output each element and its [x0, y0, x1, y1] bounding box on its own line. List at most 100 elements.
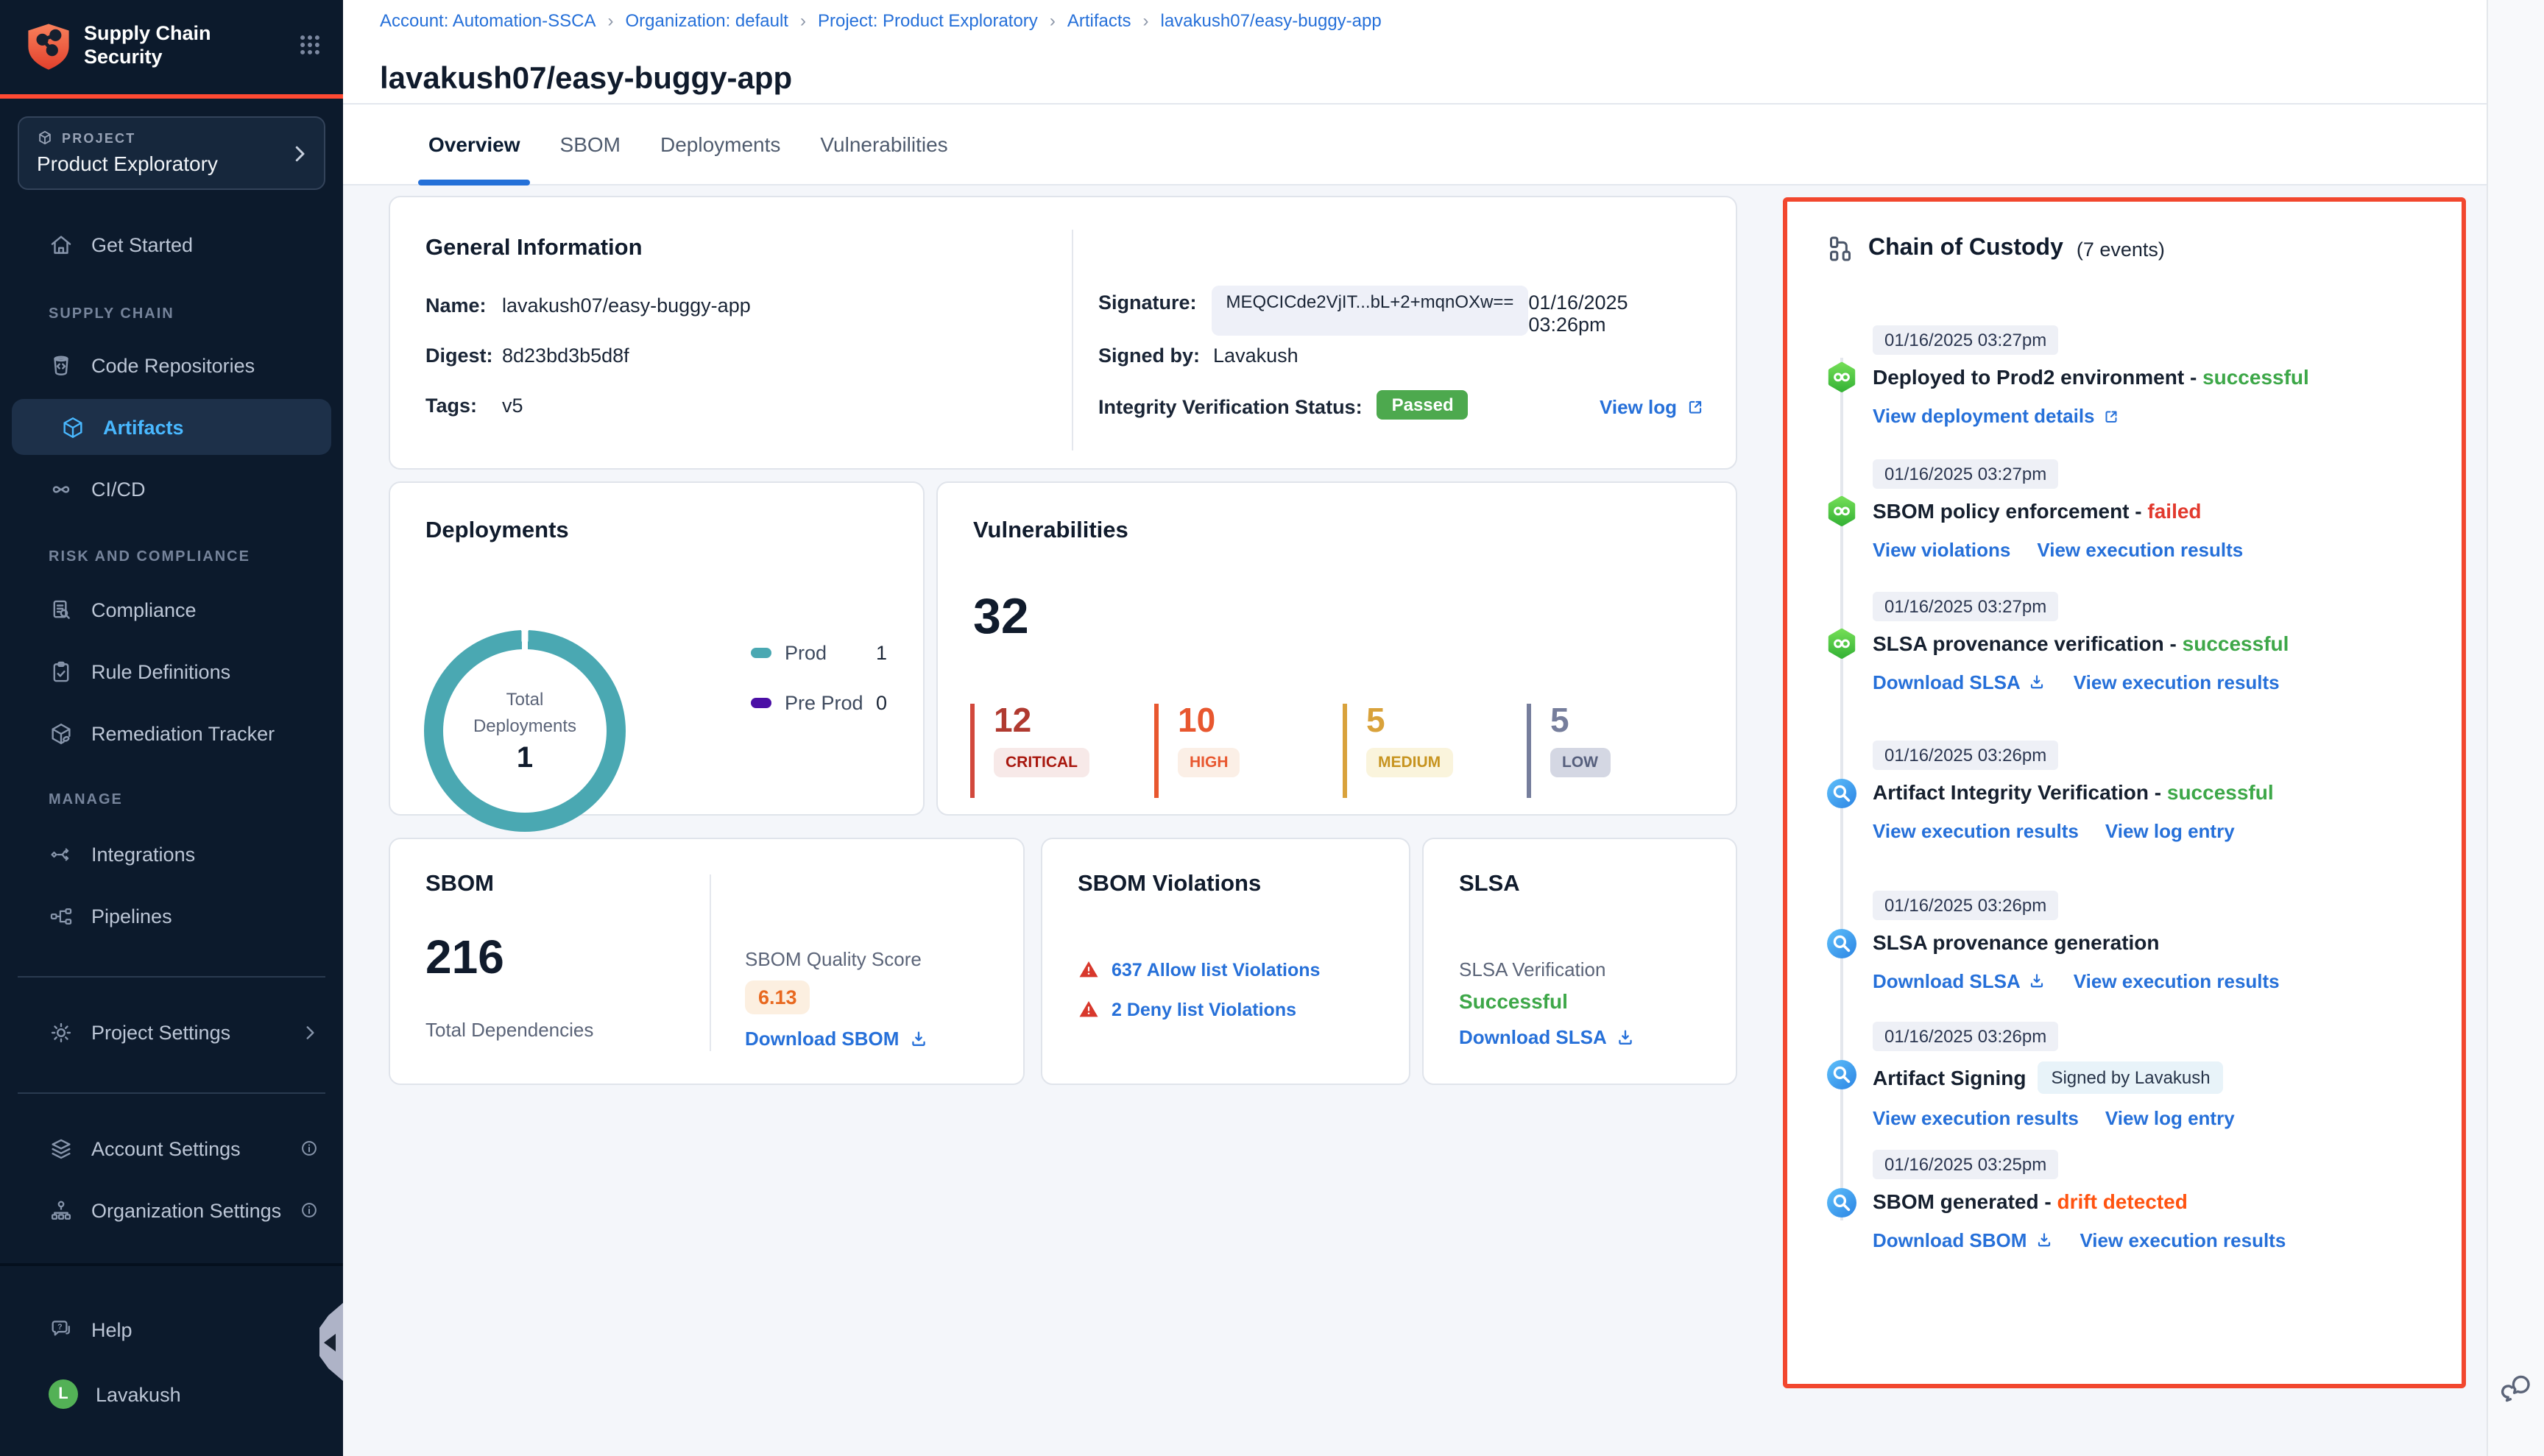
card-title: General Information	[425, 236, 643, 262]
view-deployment-details-link[interactable]: View deployment details	[1873, 405, 2120, 427]
breadcrumb-artifact-name-link[interactable]: lavakush07/easy-buggy-app	[1161, 10, 1382, 31]
sidebar-item-user[interactable]: L Lavakush	[0, 1366, 343, 1422]
view-execution-results-link[interactable]: View execution results	[2074, 671, 2280, 693]
download-icon	[908, 1028, 928, 1049]
section-risk-and-compliance: RISK AND COMPLIANCE	[49, 549, 250, 565]
pipelines-flow-icon	[49, 903, 74, 928]
scan-icon	[1824, 1057, 1859, 1092]
artifact-name-value: lavakush07/easy-buggy-app	[502, 294, 751, 317]
tab-deployments[interactable]: Deployments	[660, 132, 780, 156]
view-execution-results-link[interactable]: View execution results	[1873, 820, 2079, 842]
deny-list-violations-link[interactable]: 2 Deny list Violations	[1112, 999, 1296, 1019]
view-execution-results-link[interactable]: View execution results	[1873, 1107, 2079, 1129]
event-title: SLSA provenance verification - successfu…	[1873, 632, 2289, 655]
prod-swatch	[751, 648, 771, 658]
download-slsa-link[interactable]: Download SLSA	[1873, 671, 2047, 693]
view-execution-results-link[interactable]: View execution results	[2074, 970, 2280, 992]
signature-label: Signature:	[1098, 291, 1197, 336]
severity-badge: HIGH	[1178, 748, 1240, 777]
card-title: SBOM	[425, 872, 494, 898]
help-chat-icon: ?	[49, 1317, 74, 1342]
tab-vulnerabilities[interactable]: Vulnerabilities	[820, 132, 947, 156]
document-search-icon	[49, 597, 74, 622]
event-timestamp: 01/16/2025 03:27pm	[1873, 592, 2058, 621]
signature-value: MEQCICde2VjIT...bL+2+mqnOXw==	[1212, 286, 1529, 336]
general-information-card: General Information Name:lavakush07/easy…	[389, 196, 1737, 470]
view-execution-results-link[interactable]: View execution results	[2080, 1229, 2286, 1251]
breadcrumb-separator: ›	[1143, 10, 1149, 31]
signed-by-value: Lavakush	[1213, 344, 1298, 367]
pipeline-icon	[1824, 627, 1859, 662]
infinity-icon	[49, 476, 74, 501]
sidebar-item-label: Account Settings	[91, 1137, 241, 1159]
breadcrumb-organization-link[interactable]: Organization: default	[626, 10, 789, 31]
remediation-box-icon	[49, 721, 74, 746]
sidebar-item-label: Code Repositories	[91, 354, 255, 376]
sidebar: Supply Chain Security PROJECT Product Ex…	[0, 0, 343, 1456]
event-timestamp: 01/16/2025 03:26pm	[1873, 741, 2058, 770]
download-sbom-link[interactable]: Download SBOM	[745, 1028, 928, 1050]
sidebar-item-pipelines[interactable]: Pipelines	[0, 888, 343, 944]
sidebar-item-label: CI/CD	[91, 478, 146, 500]
sidebar-item-label: Project Settings	[91, 1021, 230, 1043]
sidebar-item-code-repositories[interactable]: Code Repositories	[0, 337, 343, 393]
events-count: (7 events)	[2077, 238, 2165, 260]
sidebar-item-integrations[interactable]: Integrations	[0, 826, 343, 882]
avatar: L	[49, 1379, 78, 1409]
sidebar-item-artifacts[interactable]: Artifacts	[12, 399, 331, 455]
app-switcher-grid-icon[interactable]	[297, 32, 322, 57]
view-log-entry-link[interactable]: View log entry	[2105, 1107, 2235, 1129]
org-chart-icon	[49, 1198, 74, 1223]
medium-stat: 5 MEDIUM	[1343, 704, 1452, 798]
event-timestamp: 01/16/2025 03:27pm	[1873, 325, 2058, 355]
tab-sbom[interactable]: SBOM	[560, 132, 621, 156]
sidebar-item-account-settings[interactable]: Account Settings	[0, 1120, 343, 1176]
digest-value: 8d23bd3b5d8f	[502, 344, 629, 367]
download-sbom-link[interactable]: Download SBOM	[1873, 1229, 2053, 1251]
sidebar-item-rule-definitions[interactable]: Rule Definitions	[0, 643, 343, 699]
digest-label: Digest:	[425, 344, 502, 367]
collapse-arrow-icon	[324, 1334, 336, 1351]
breadcrumb-artifacts-link[interactable]: Artifacts	[1067, 10, 1131, 31]
event-title: SBOM generated - drift detected	[1873, 1190, 2188, 1213]
view-violations-link[interactable]: View violations	[1873, 539, 2010, 561]
card-title: Deployments	[425, 518, 569, 545]
info-icon	[299, 1200, 319, 1220]
scan-icon	[1824, 1185, 1859, 1220]
sidebar-item-organization-settings[interactable]: Organization Settings	[0, 1182, 343, 1238]
sidebar-item-compliance[interactable]: Compliance	[0, 582, 343, 637]
tab-bar: Overview SBOM Deployments Vulnerabilitie…	[343, 105, 2487, 185]
project-selector[interactable]: PROJECT Product Exploratory	[18, 116, 325, 190]
sidebar-item-remediation-tracker[interactable]: Remediation Tracker	[0, 705, 343, 761]
view-execution-results-link[interactable]: View execution results	[2037, 539, 2243, 561]
app-logo-shield-icon	[22, 19, 75, 75]
external-link-icon	[2102, 407, 2120, 425]
allow-list-violations-link[interactable]: 637 Allow list Violations	[1112, 959, 1320, 980]
quality-score-value: 6.13	[745, 980, 810, 1014]
artifacts-cube-icon	[60, 414, 85, 439]
chat-bubbles-icon[interactable]	[2500, 1371, 2535, 1406]
sidebar-item-get-started[interactable]: Get Started	[0, 216, 343, 272]
sidebar-item-cicd[interactable]: CI/CD	[0, 461, 343, 517]
scan-icon	[1824, 926, 1859, 961]
download-slsa-link[interactable]: Download SLSA	[1459, 1026, 1636, 1048]
view-log-link[interactable]: View log	[1600, 396, 1705, 418]
sidebar-item-help[interactable]: ? Help	[0, 1301, 343, 1357]
breadcrumb-account-link[interactable]: Account: Automation-SSCA	[380, 10, 596, 31]
download-slsa-link[interactable]: Download SLSA	[1873, 970, 2047, 992]
tab-overview[interactable]: Overview	[428, 132, 520, 156]
view-log-entry-link[interactable]: View log entry	[2105, 820, 2235, 842]
sidebar-item-project-settings[interactable]: Project Settings	[0, 1004, 343, 1060]
signed-by-label: Signed by:	[1098, 344, 1200, 367]
project-name: Product Exploratory	[37, 152, 218, 175]
app-title: Supply Chain Security	[84, 22, 261, 71]
sidebar-item-label: Help	[91, 1318, 132, 1340]
tags-value: v5	[502, 395, 523, 417]
breadcrumb: Account: Automation-SSCA › Organization: …	[380, 10, 1382, 31]
total-deployments-value: 1	[517, 742, 533, 776]
breadcrumb-project-link[interactable]: Project: Product Exploratory	[818, 10, 1038, 31]
sidebar-footer: ? Help L Lavakush	[0, 1263, 343, 1456]
coc-event-deployed: 01/16/2025 03:27pm Deployed to Prod2 env…	[1787, 325, 2420, 443]
accent-bar	[0, 94, 343, 99]
breadcrumb-separator: ›	[1050, 10, 1056, 31]
